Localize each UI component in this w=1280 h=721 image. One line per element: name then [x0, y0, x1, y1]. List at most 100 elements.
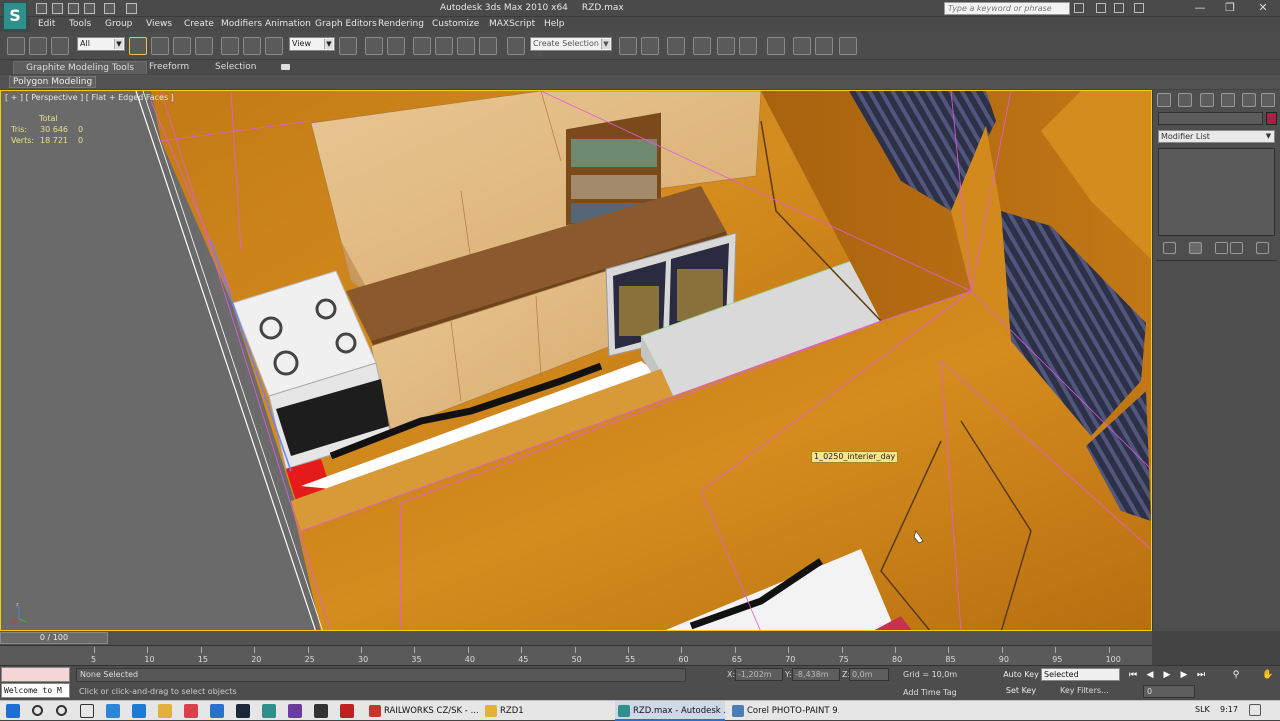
edge-browser-icon[interactable]	[106, 704, 120, 718]
add-time-tag-button[interactable]: Add Time Tag	[903, 688, 957, 697]
taskbar-app-corel[interactable]: Corel PHOTO-PAINT 9...	[729, 701, 839, 721]
viewport-label[interactable]: [ + ] [ Perspective ] [ Flat + Edged Fac…	[5, 93, 174, 102]
rendered-frame-window-icon[interactable]	[815, 37, 833, 55]
steam-icon[interactable]	[236, 704, 250, 718]
menu-animation[interactable]: Animation	[265, 19, 311, 29]
pivot-center-icon[interactable]	[339, 37, 357, 55]
set-key-button[interactable]: Set Key	[1003, 685, 1039, 698]
motion-panel-icon[interactable]	[1221, 93, 1235, 107]
key-filters-button[interactable]: Key Filters...	[1060, 685, 1120, 698]
next-frame-icon[interactable]: ▶	[1178, 669, 1190, 681]
close-button[interactable]: ✕	[1248, 0, 1278, 17]
selection-filter-dropdown[interactable]: All ▼	[77, 37, 125, 51]
binoculars-icon[interactable]	[1074, 3, 1084, 13]
maxscript-listener[interactable]	[1, 667, 70, 682]
menu-help[interactable]: Help	[544, 19, 565, 29]
taskbar-app-3dsmax[interactable]: RZD.max - Autodesk ...	[615, 701, 725, 721]
modifier-stack[interactable]	[1158, 148, 1275, 236]
scene-render[interactable]	[1, 91, 1152, 631]
make-unique-icon[interactable]	[1215, 242, 1228, 254]
new-file-icon[interactable]	[36, 3, 47, 14]
percent-snap-icon[interactable]	[457, 37, 475, 55]
snaps-toggle-icon[interactable]	[413, 37, 431, 55]
app-icon-2[interactable]	[288, 704, 302, 718]
utilities-panel-icon[interactable]	[1261, 93, 1275, 107]
notifications-icon[interactable]	[1249, 704, 1261, 716]
project-folder-icon[interactable]	[126, 3, 137, 14]
taskbar-app-rzd1[interactable]: RZD1	[482, 701, 610, 721]
favorites-star-icon[interactable]	[1114, 3, 1124, 13]
time-slider-thumb[interactable]: 0 / 100	[0, 632, 108, 644]
app-icon-1[interactable]	[210, 704, 224, 718]
tab-freeform[interactable]: Freeform	[137, 61, 201, 74]
select-and-rotate-icon[interactable]	[243, 37, 261, 55]
ribbon-minimize-icon[interactable]	[281, 64, 290, 70]
layer-manager-icon[interactable]	[667, 37, 685, 55]
input-language[interactable]: SLK	[1195, 705, 1210, 714]
task-view-icon[interactable]	[80, 704, 94, 718]
create-panel-icon[interactable]	[1157, 93, 1171, 107]
z-coord-field[interactable]: 0,0m	[849, 668, 889, 681]
undo-icon[interactable]	[84, 3, 95, 14]
go-to-end-icon[interactable]: ⏭	[1195, 669, 1207, 681]
perspective-viewport[interactable]: [ + ] [ Perspective ] [ Flat + Edged Fac…	[0, 90, 1152, 631]
select-object-icon[interactable]	[129, 37, 147, 55]
acrobat-icon[interactable]	[340, 704, 354, 718]
help-search-input[interactable]: Type a keyword or phrase	[944, 2, 1070, 15]
bind-to-space-warp-icon[interactable]	[51, 37, 69, 55]
help-question-icon[interactable]	[1134, 3, 1144, 13]
reference-coordinate-dropdown[interactable]: View ▼	[289, 37, 335, 51]
select-and-scale-icon[interactable]	[265, 37, 283, 55]
menu-graph-editors[interactable]: Graph Editors	[315, 19, 377, 29]
modifier-list-dropdown[interactable]: Modifier List ▼	[1158, 130, 1275, 143]
play-icon[interactable]: ▶	[1161, 669, 1173, 681]
render-production-icon[interactable]	[839, 37, 857, 55]
menu-group[interactable]: Group	[105, 19, 132, 29]
minimize-button[interactable]: —	[1185, 0, 1215, 17]
auto-key-button[interactable]: Auto Key	[1003, 669, 1039, 682]
previous-frame-icon[interactable]: ◀	[1144, 669, 1156, 681]
menu-customize[interactable]: Customize	[432, 19, 479, 29]
select-by-name-icon[interactable]	[151, 37, 169, 55]
time-slider[interactable]: 0 / 100	[0, 631, 1152, 645]
select-and-move-icon[interactable]	[221, 37, 239, 55]
align-icon[interactable]	[641, 37, 659, 55]
mirror-icon[interactable]	[619, 37, 637, 55]
search-icon[interactable]	[32, 705, 43, 716]
skype-icon[interactable]	[132, 704, 146, 718]
tab-polygon-modeling[interactable]: Polygon Modeling	[9, 76, 97, 88]
show-end-result-icon[interactable]	[1189, 242, 1202, 254]
menu-modifiers[interactable]: Modifiers	[221, 19, 262, 29]
configure-modifier-sets-icon[interactable]	[1256, 242, 1269, 254]
3ds-max-icon[interactable]	[262, 704, 276, 718]
menu-views[interactable]: Views	[146, 19, 172, 29]
menu-rendering[interactable]: Rendering	[378, 19, 424, 29]
pin-stack-icon[interactable]	[1163, 242, 1176, 254]
y-coord-field[interactable]: -8,438m	[792, 668, 840, 681]
window-crossing-icon[interactable]	[195, 37, 213, 55]
unlink-selection-icon[interactable]	[29, 37, 47, 55]
maxscript-mini-input[interactable]: Welcome to M	[1, 683, 70, 698]
render-setup-icon[interactable]	[793, 37, 811, 55]
graphite-toggle-icon[interactable]	[693, 37, 711, 55]
display-panel-icon[interactable]	[1242, 93, 1256, 107]
tab-selection[interactable]: Selection	[203, 61, 268, 74]
current-frame-field[interactable]: 0	[1143, 685, 1195, 698]
save-file-icon[interactable]	[68, 3, 79, 14]
zoom-icon[interactable]: ⚲	[1230, 669, 1242, 681]
pan-icon[interactable]: ✋	[1262, 669, 1274, 681]
spinner-snap-icon[interactable]	[479, 37, 497, 55]
start-windows-icon[interactable]	[6, 704, 20, 718]
select-and-link-icon[interactable]	[7, 37, 25, 55]
object-name-field[interactable]	[1158, 112, 1263, 125]
file-explorer-icon[interactable]	[158, 704, 172, 718]
menu-create[interactable]: Create	[184, 19, 214, 29]
taskbar-app-railworks[interactable]: RAILWORKS CZ/SK - ...	[366, 701, 480, 721]
app-icon-3[interactable]	[314, 704, 328, 718]
clock[interactable]: 9:17	[1220, 705, 1238, 714]
cortana-icon[interactable]	[56, 705, 67, 716]
schematic-view-icon[interactable]	[739, 37, 757, 55]
restore-button[interactable]: ❐	[1215, 0, 1245, 17]
menu-maxscript[interactable]: MAXScript	[489, 19, 535, 29]
select-manipulate-icon[interactable]	[365, 37, 383, 55]
